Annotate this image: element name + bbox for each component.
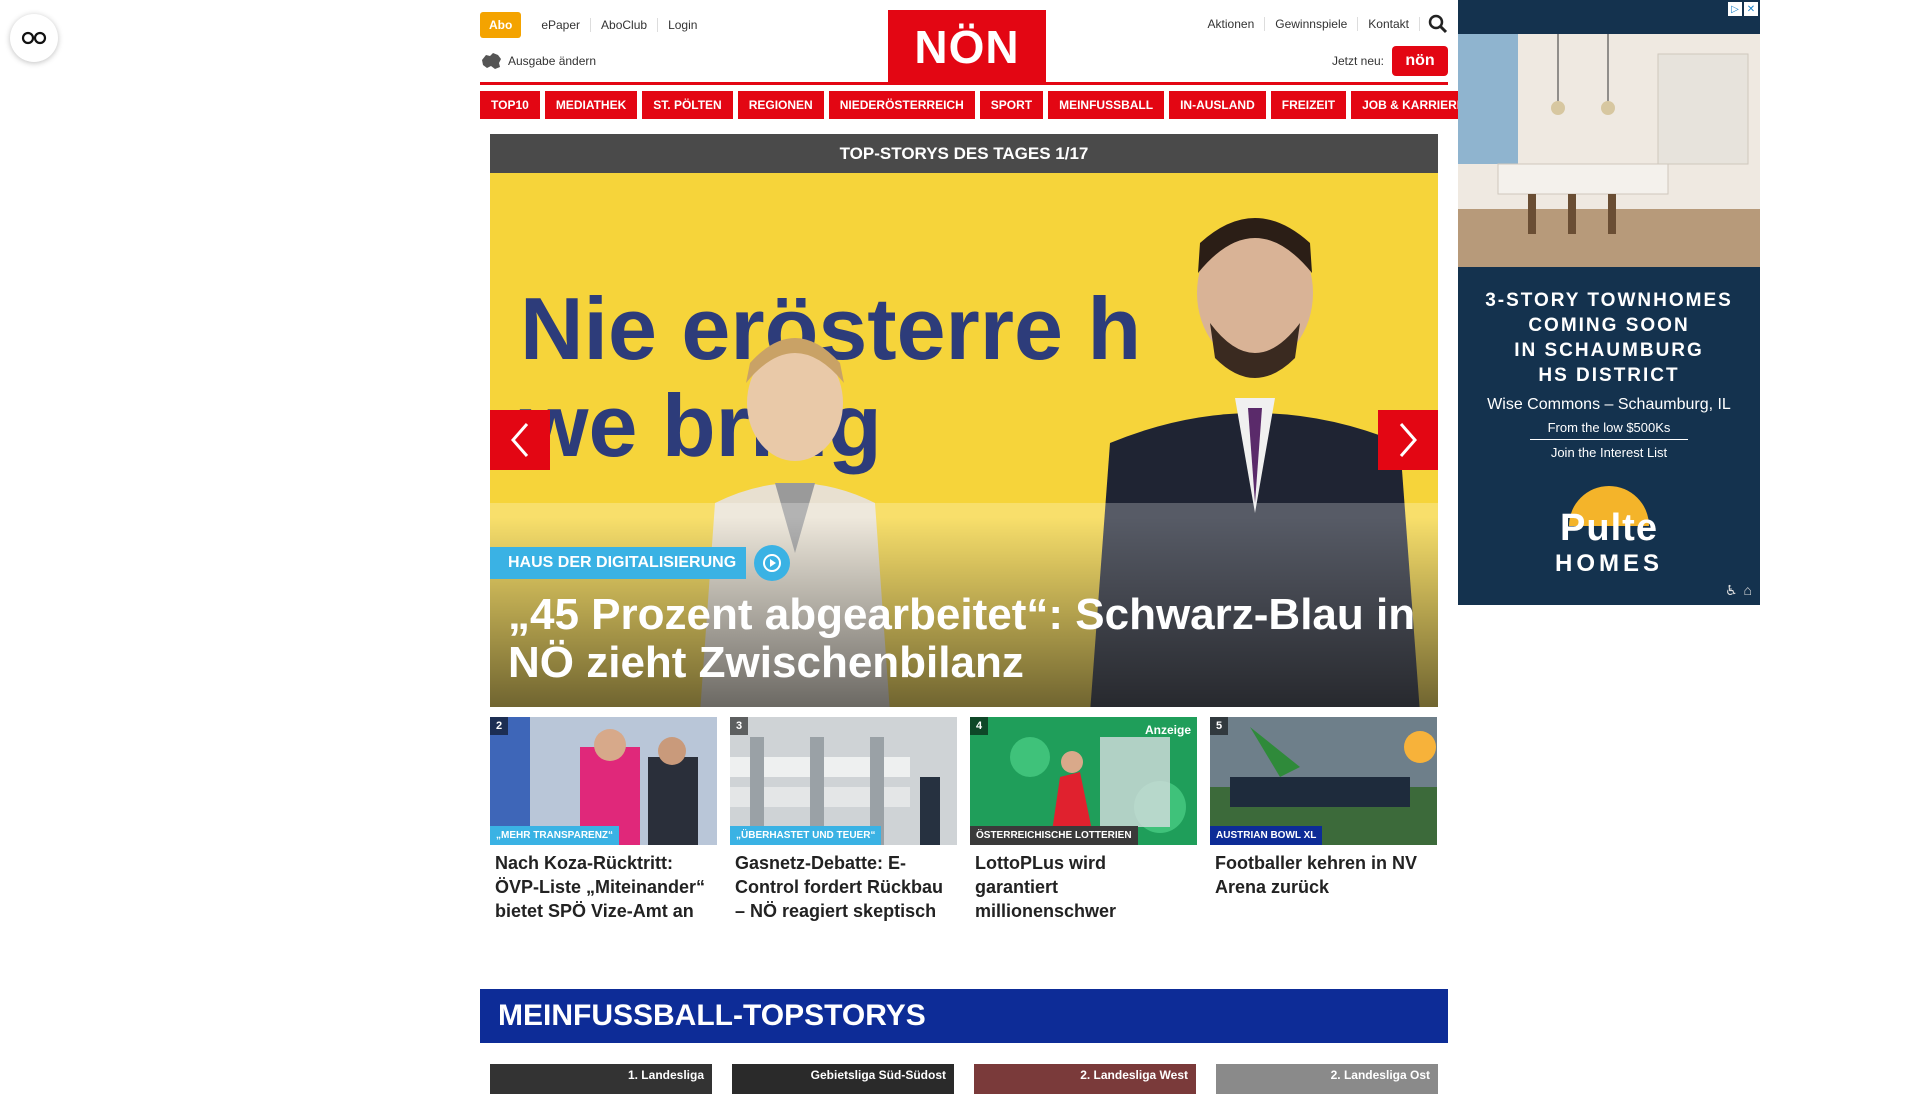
slider-prev-button[interactable] — [490, 410, 550, 470]
equal-housing-icon: ⌂ — [1743, 582, 1752, 598]
ad-footer-icons: ♿ ⌂ — [1725, 582, 1752, 599]
story-card-image: 4 Anzeige ÖSTERREICHISCHE LOTTERIEN — [970, 717, 1197, 845]
chevron-right-icon — [1399, 423, 1417, 457]
ad-headline: 3-STORY TOWNHOMES COMING SOON IN SCHAUMB… — [1485, 290, 1733, 386]
meinfussball-card[interactable]: 1. Landesliga — [490, 1064, 712, 1094]
ad-choices[interactable]: ▷ ✕ — [1728, 2, 1758, 16]
jetzt-neu-badge: nön — [1392, 46, 1448, 76]
nav-niederoesterreich[interactable]: NIEDERÖSTERREICH — [828, 91, 975, 119]
meinfussball-cards: 1. Landesliga Gebietsliga Süd-Südost 2. … — [490, 1064, 1438, 1094]
story-card-image: 2 „MEHR TRANSPARENZ“ — [490, 717, 717, 845]
reader-mode-button[interactable] — [10, 14, 58, 62]
story-cards: 2 „MEHR TRANSPARENZ“ Nach Koza-Rücktritt… — [490, 717, 1438, 923]
hero-headline[interactable]: „45 Prozent abgearbeitet“: Schwarz-Blau … — [508, 591, 1418, 687]
header-divider — [480, 82, 1448, 85]
ad-label: Anzeige — [1144, 723, 1191, 737]
story-card[interactable]: 4 Anzeige ÖSTERREICHISCHE LOTTERIEN Lott… — [970, 717, 1197, 923]
story-rank: 3 — [730, 717, 749, 735]
hero-slide[interactable]: Nie erösterre h we bring HAUS DER DIGITA… — [490, 173, 1438, 707]
play-video-icon[interactable] — [754, 545, 790, 581]
display-ad[interactable]: ▷ ✕ 3-STORY TOWNHOMES COMING SOON IN SCH… — [1458, 0, 1760, 605]
search-icon[interactable] — [1428, 14, 1448, 34]
story-tag: AUSTRIAN BOWL XL — [1210, 826, 1323, 845]
story-title[interactable]: Footballer kehren in NV Arena zurück — [1215, 851, 1432, 899]
nav-meinfussball[interactable]: MEINFUSSBALL — [1048, 91, 1165, 119]
aktionen-link[interactable]: Aktionen — [1198, 17, 1266, 31]
nav-top10[interactable]: TOP10 — [480, 91, 540, 119]
story-card[interactable]: 3 „ÜBERHASTET UND TEUER“ Gasnetz-Debatte… — [730, 717, 957, 923]
abo-button[interactable]: Abo — [480, 12, 522, 38]
aboclub-link[interactable]: AboClub — [591, 18, 659, 32]
edition-switch[interactable]: Ausgabe ändern — [480, 52, 596, 70]
top-left-nav: Abo ePaper AboClub Login — [480, 12, 707, 38]
noen-logo[interactable]: NÖN — [888, 10, 1046, 84]
nav-sport[interactable]: SPORT — [979, 91, 1044, 119]
glasses-icon — [21, 31, 47, 45]
lower-austria-map-icon — [482, 53, 501, 69]
story-rank: 2 — [490, 717, 509, 735]
hero-kicker: HAUS DER DIGITALISIERUNG — [490, 547, 747, 579]
nav-in-ausland[interactable]: IN-AUSLAND — [1169, 91, 1266, 119]
ad-cta[interactable]: Join the Interest List — [1458, 445, 1760, 460]
ad-price: From the low $500Ks — [1530, 420, 1688, 440]
meinfussball-card[interactable]: 2. Landesliga West — [974, 1064, 1196, 1094]
story-title[interactable]: Nach Koza-Rücktritt: ÖVP-Liste „Miteinan… — [495, 851, 712, 923]
gewinnspiele-link[interactable]: Gewinnspiele — [1265, 17, 1359, 31]
slider-next-button[interactable] — [1378, 410, 1438, 470]
story-title[interactable]: LottoPLus wird garantiert millionenschwe… — [975, 851, 1192, 923]
story-rank: 5 — [1210, 717, 1229, 735]
login-link[interactable]: Login — [658, 18, 707, 32]
meinfussball-card[interactable]: Gebietsliga Süd-Südost — [732, 1064, 954, 1094]
adchoices-icon[interactable]: ▷ — [1728, 2, 1742, 16]
story-tag: „ÜBERHASTET UND TEUER“ — [730, 826, 882, 845]
jetzt-neu-label: Jetzt neu: — [1331, 54, 1384, 68]
story-rank: 4 — [970, 717, 989, 735]
story-card[interactable]: 2 „MEHR TRANSPARENZ“ Nach Koza-Rücktritt… — [490, 717, 717, 923]
nav-regionen[interactable]: REGIONEN — [737, 91, 824, 119]
main-nav: TOP10 MEDIATHEK ST. PÖLTEN REGIONEN NIED… — [480, 91, 1476, 119]
kontakt-link[interactable]: Kontakt — [1358, 17, 1420, 31]
meinfussball-section-title[interactable]: MEINFUSSBALL-TOPSTORYS — [480, 989, 1448, 1043]
ad-brand: Pulte HOMES — [1554, 507, 1663, 577]
meinfussball-card[interactable]: 2. Landesliga Ost — [1216, 1064, 1438, 1094]
top-stories-header: TOP-STORYS DES TAGES 1/17 — [490, 134, 1438, 173]
story-tag: „MEHR TRANSPARENZ“ — [490, 826, 620, 845]
nav-mediathek[interactable]: MEDIATHEK — [544, 91, 638, 119]
ad-kitchen-image — [1458, 34, 1760, 267]
jetzt-neu[interactable]: Jetzt neu: nön — [1332, 46, 1448, 76]
nav-st-poelten[interactable]: ST. PÖLTEN — [642, 91, 733, 119]
story-card-image: 3 „ÜBERHASTET UND TEUER“ — [730, 717, 957, 845]
ad-location: Wise Commons – Schaumburg, IL — [1487, 396, 1731, 413]
story-card[interactable]: 5 AUSTRIAN BOWL XL Footballer kehren in … — [1210, 717, 1437, 923]
edition-label: Ausgabe ändern — [508, 54, 597, 68]
story-card-image: 5 AUSTRIAN BOWL XL — [1210, 717, 1437, 845]
story-tag: ÖSTERREICHISCHE LOTTERIEN — [970, 826, 1138, 845]
chevron-left-icon — [511, 423, 529, 457]
epaper-link[interactable]: ePaper — [531, 18, 592, 32]
nav-freizeit[interactable]: FREIZEIT — [1270, 91, 1347, 119]
story-title[interactable]: Gasnetz-Debatte: E-Control fordert Rückb… — [735, 851, 952, 923]
close-icon[interactable]: ✕ — [1744, 2, 1758, 16]
accessibility-icon: ♿ — [1724, 582, 1738, 598]
top-right-nav: Aktionen Gewinnspiele Kontakt — [1198, 14, 1448, 34]
